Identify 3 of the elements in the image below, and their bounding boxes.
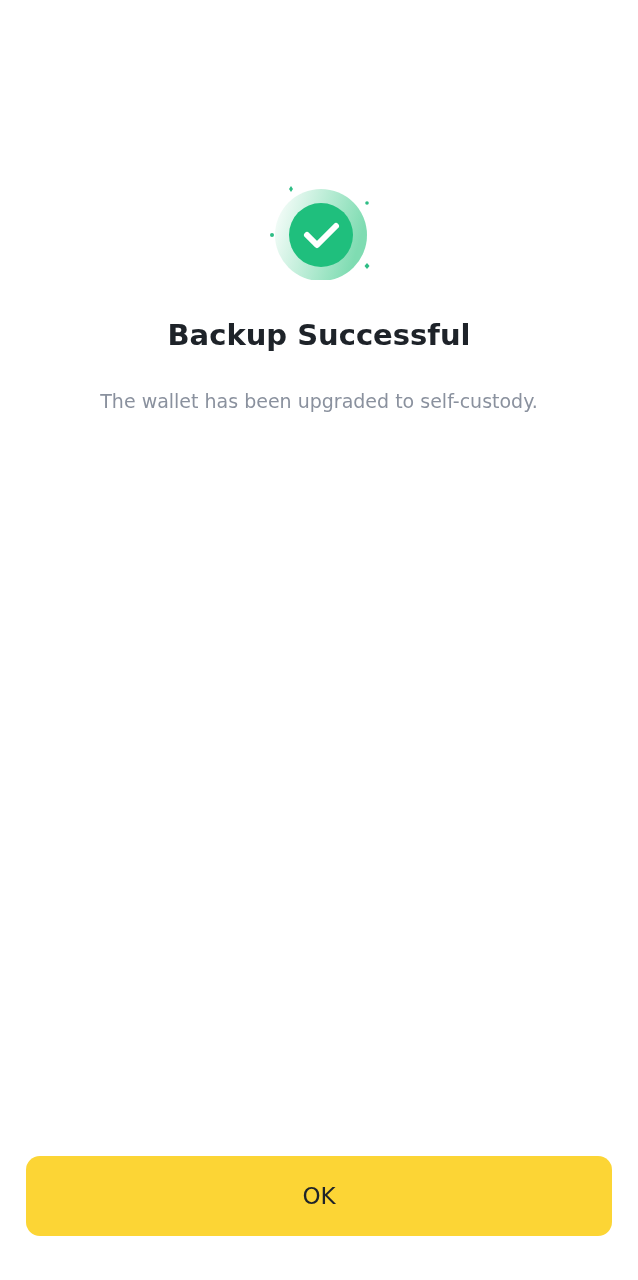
ok-button[interactable]: OK xyxy=(26,1156,612,1236)
success-message: The wallet has been upgraded to self-custody. xyxy=(100,390,538,412)
success-title: Backup Successful xyxy=(167,318,471,352)
